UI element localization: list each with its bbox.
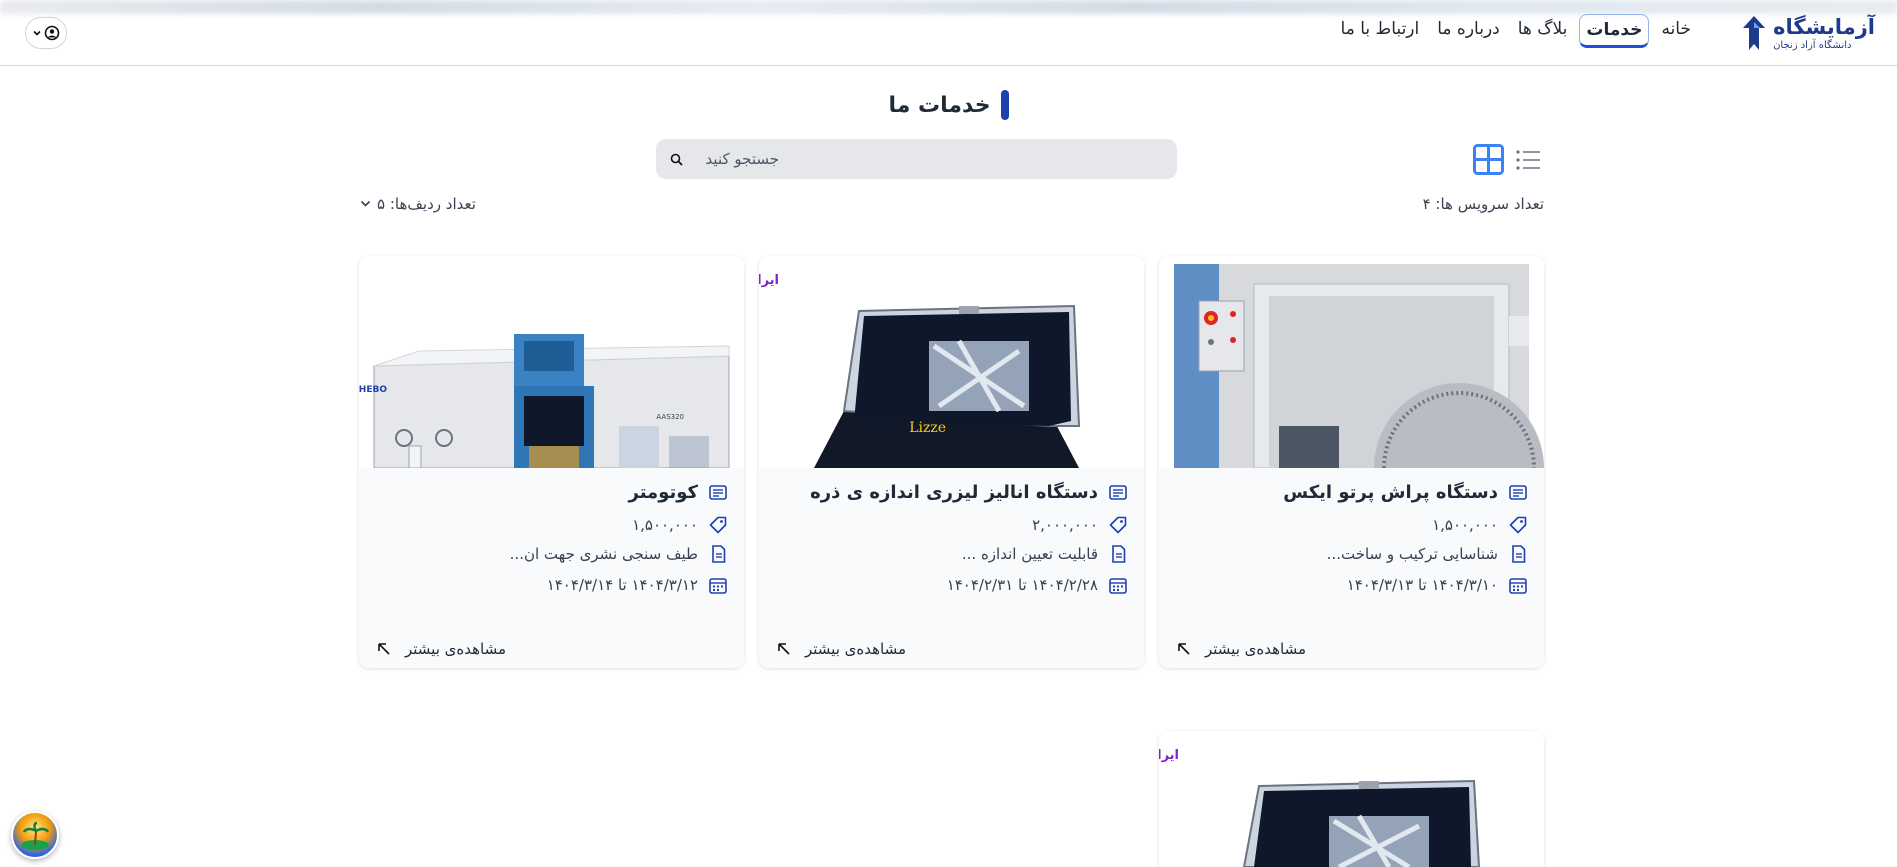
chevron-down-icon xyxy=(360,200,371,207)
island-icon xyxy=(21,821,50,850)
service-date-range: ۱۴۰۴/۳/۱۰ تا ۱۴۰۴/۳/۱۳ xyxy=(1346,576,1498,594)
service-title: دستگاه پراش پرتو ایکس xyxy=(1283,482,1498,503)
brand-title: آزمایشگاه xyxy=(1773,15,1875,39)
page-title-wrapper: خدمات ما xyxy=(0,90,1897,120)
top-navbar: آزمایشگاه دانشگاه آزاد زنجان خانه خدمات … xyxy=(0,0,1897,66)
service-icon xyxy=(1508,483,1528,503)
document-icon xyxy=(1108,544,1128,564)
service-date-range: ۱۴۰۴/۳/۱۲ تا ۱۴۰۴/۳/۱۴ xyxy=(546,576,698,594)
service-icon xyxy=(1108,483,1128,503)
floating-assistant-button[interactable] xyxy=(11,811,59,859)
main-nav: خانه خدمات بلاگ ها درباره ما ارتباط با م… xyxy=(1335,14,1697,48)
chevron-down-icon xyxy=(33,30,41,36)
brand-text: آزمایشگاه دانشگاه آزاد زنجان xyxy=(1773,17,1875,51)
price-tag-icon xyxy=(1108,515,1128,535)
service-card[interactable]: ایران‌ابزار xyxy=(1159,731,1544,867)
svg-text:HEBO: HEBO xyxy=(359,385,387,395)
nav-home[interactable]: خانه xyxy=(1655,14,1697,48)
nav-about[interactable]: درباره ما xyxy=(1431,14,1506,48)
header-blur-strip xyxy=(0,0,1897,14)
rows-per-page-label: تعداد ردیف‌ها: ۵ xyxy=(377,195,476,213)
service-image-spectrometer: HEBO AAS320 xyxy=(359,256,744,468)
list-icon xyxy=(1515,149,1540,170)
svg-text:ایران‌ابزار: ایران‌ابزار xyxy=(759,273,779,288)
service-image-laser-analyzer: ایران‌ابزار Lizze xyxy=(759,256,1144,468)
svg-text:Lizze: Lizze xyxy=(909,420,946,436)
nav-services[interactable]: خدمات xyxy=(1579,14,1650,48)
view-more-label: مشاهده‌ی بیشتر xyxy=(805,640,907,658)
service-description: طیف سنجی نشری جهت ان... xyxy=(509,545,698,563)
view-more-link[interactable]: مشاهده‌ی بیشتر xyxy=(1177,640,1306,658)
view-more-link[interactable]: مشاهده‌ی بیشتر xyxy=(777,640,906,658)
brand-logo-link[interactable]: آزمایشگاه دانشگاه آزاد زنجان xyxy=(1741,14,1875,54)
service-image-xrd xyxy=(1159,256,1544,468)
service-price: ۱,۵۰۰,۰۰۰ xyxy=(1432,516,1498,534)
page-title: خدمات ما xyxy=(888,92,991,118)
services-count: تعداد سرویس ها: ۴ xyxy=(1422,195,1544,213)
service-card[interactable]: ایران‌ابزار Lizze دستگاه انالیز لیزری ان… xyxy=(759,256,1144,668)
arrow-up-left-icon xyxy=(778,643,790,655)
calendar-icon xyxy=(1108,575,1128,595)
document-icon xyxy=(1508,544,1528,564)
watermark-logo: ایران‌ابزار xyxy=(1159,748,1179,763)
nav-blogs[interactable]: بلاگ ها xyxy=(1512,14,1574,48)
user-circle-icon xyxy=(44,25,60,41)
service-icon xyxy=(708,483,728,503)
service-description: قابلیت تعیین اندازه ... xyxy=(961,545,1098,563)
brand-subtitle: دانشگاه آزاد زنجان xyxy=(1773,40,1852,51)
search-input[interactable] xyxy=(689,150,779,168)
view-more-label: مشاهده‌ی بیشتر xyxy=(405,640,507,658)
service-price: ۲,۰۰۰,۰۰۰ xyxy=(1032,516,1098,534)
arrow-up-left-icon xyxy=(1178,643,1190,655)
view-toggle xyxy=(1473,144,1543,175)
title-accent-bar xyxy=(1000,90,1009,120)
service-price: ۱,۵۰۰,۰۰۰ xyxy=(632,516,698,534)
university-logo-icon xyxy=(1743,16,1766,50)
nav-contact[interactable]: ارتباط با ما xyxy=(1335,14,1426,48)
service-card[interactable]: HEBO AAS320 کوتومتر ۱,۵۰۰,۰۰۰ طیف سنجی ن… xyxy=(359,256,744,668)
service-image-laser-analyzer: ایران‌ابزار xyxy=(1159,731,1544,867)
service-card-body: کوتومتر ۱,۵۰۰,۰۰۰ طیف سنجی نشری جهت ان..… xyxy=(359,468,744,668)
service-date-range: ۱۴۰۴/۲/۲۸ تا ۱۴۰۴/۲/۳۱ xyxy=(946,576,1098,594)
service-card-body: دستگاه پراش پرتو ایکس ۱,۵۰۰,۰۰۰ شناسایی … xyxy=(1159,468,1544,668)
view-more-label: مشاهده‌ی بیشتر xyxy=(1205,640,1307,658)
search-icon[interactable] xyxy=(670,153,683,166)
arrow-up-left-icon xyxy=(378,643,390,655)
list-view-button[interactable] xyxy=(1512,144,1543,175)
service-card-body: دستگاه انالیز لیزری اندازه ی ذره ۲,۰۰۰,۰… xyxy=(759,468,1144,668)
service-title: کوتومتر xyxy=(628,482,699,503)
svg-text:AAS320: AAS320 xyxy=(656,413,684,421)
price-tag-icon xyxy=(708,515,728,535)
calendar-icon xyxy=(708,575,728,595)
view-more-link[interactable]: مشاهده‌ی بیشتر xyxy=(377,640,506,658)
watermark-logo: ایران‌ابزار xyxy=(759,273,779,288)
grid-icon xyxy=(1473,144,1504,175)
service-description: شناسایی ترکیب و ساخت... xyxy=(1326,545,1498,563)
svg-text:ایران‌ابزار: ایران‌ابزار xyxy=(1159,748,1179,763)
user-menu-button[interactable] xyxy=(25,17,67,49)
rows-per-page-select[interactable]: تعداد ردیف‌ها: ۵ xyxy=(360,195,476,213)
service-card[interactable]: دستگاه پراش پرتو ایکس ۱,۵۰۰,۰۰۰ شناسایی … xyxy=(1159,256,1544,668)
document-icon xyxy=(708,544,728,564)
search-box xyxy=(656,139,1177,179)
price-tag-icon xyxy=(1508,515,1528,535)
calendar-icon xyxy=(1508,575,1528,595)
service-title: دستگاه انالیز لیزری اندازه ی ذره xyxy=(810,482,1098,503)
grid-view-button[interactable] xyxy=(1473,144,1504,175)
